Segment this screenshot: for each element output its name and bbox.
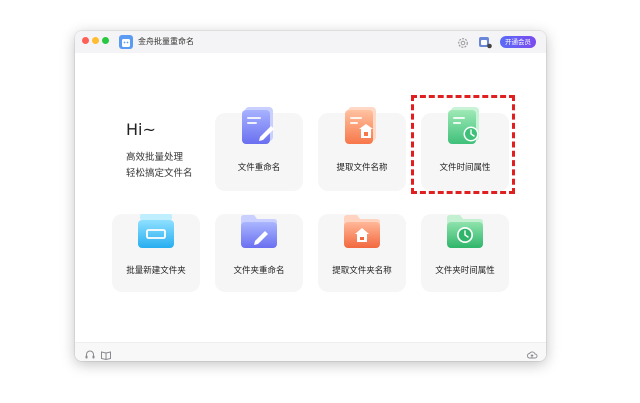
welcome-line-1: 高效批量处理 — [126, 152, 184, 163]
app-logo-icon — [119, 35, 133, 49]
book-icon[interactable] — [100, 346, 112, 361]
card-folder-rename[interactable]: 文件夹重命名 — [215, 214, 303, 292]
card-batch-new-folder-label: 批量新建文件夹 — [126, 266, 186, 276]
title-bar: 金舟批量重命名 开通会员 — [75, 31, 546, 53]
greeting-text: Hi~ — [126, 120, 156, 139]
cloud-upload-icon[interactable] — [526, 346, 538, 359]
card-folder-rename-label: 文件夹重命名 — [233, 266, 285, 276]
card-file-rename-label: 文件重命名 — [237, 163, 281, 173]
vip-upgrade-button[interactable]: 开通会员 — [500, 36, 536, 48]
extract-foldername-icon — [338, 206, 386, 254]
folder-time-icon — [441, 206, 489, 254]
batch-new-folder-icon — [132, 206, 180, 254]
highlight-box — [411, 95, 515, 194]
minimize-window-button[interactable] — [92, 37, 99, 44]
extract-filename-icon — [338, 101, 386, 149]
bottom-bar — [75, 342, 546, 361]
card-folder-time-attributes[interactable]: 文件夹时间属性 — [421, 214, 509, 292]
folder-rename-icon — [235, 206, 283, 254]
card-batch-new-folder[interactable]: 批量新建文件夹 — [112, 214, 200, 292]
card-extract-filename-label: 提取文件名称 — [336, 163, 388, 173]
file-rename-icon — [235, 101, 283, 149]
zoom-window-button[interactable] — [102, 37, 109, 44]
card-folder-time-attributes-label: 文件夹时间属性 — [435, 266, 495, 276]
card-extract-foldername-label: 提取文件夹名称 — [332, 266, 392, 276]
app-title: 金舟批量重命名 — [138, 37, 194, 46]
close-window-button[interactable] — [82, 37, 89, 44]
settings-icon[interactable] — [456, 35, 470, 49]
welcome-line-2: 轻松搞定文件名 — [126, 168, 193, 179]
app-window: 金舟批量重命名 开通会员 Hi~ 高效批量处理 轻松搞定文件名 文件重命名 提取… — [75, 31, 546, 361]
card-file-rename[interactable]: 文件重命名 — [215, 107, 303, 191]
card-extract-filename[interactable]: 提取文件名称 — [318, 107, 406, 191]
card-extract-foldername[interactable]: 提取文件夹名称 — [318, 214, 406, 292]
user-avatar-icon[interactable] — [477, 34, 493, 50]
headset-icon[interactable] — [84, 346, 96, 359]
